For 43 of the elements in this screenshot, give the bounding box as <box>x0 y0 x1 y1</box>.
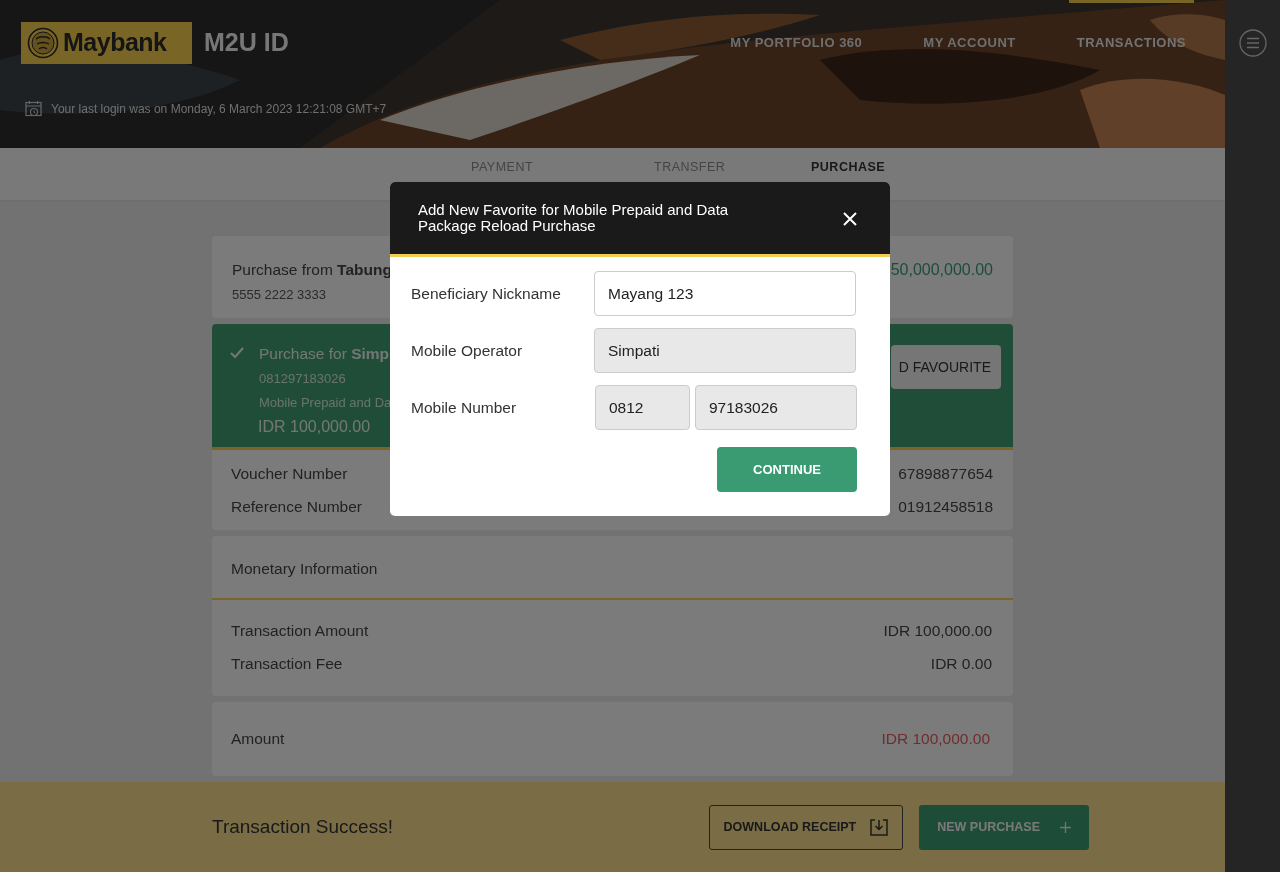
close-icon <box>842 210 858 227</box>
product-name: Mobile Prepaid and Da <box>259 393 392 412</box>
amount-label: Transaction Amount <box>231 621 369 641</box>
detail-label: Reference Number <box>231 496 362 517</box>
logo[interactable]: Maybank <box>21 22 192 64</box>
detail-value: 01912458518 <box>898 496 993 517</box>
section-title: Monetary Information <box>212 535 1013 600</box>
calendar-clock-icon <box>25 100 43 118</box>
new-purchase-button[interactable]: NEW PURCHASE <box>919 804 1089 850</box>
total-amount: IDR 100,000.00 <box>881 728 990 749</box>
add-favourite-button[interactable]: D FAVOURITE <box>890 345 1001 389</box>
success-message: Transaction Success! <box>212 814 393 839</box>
nav-link[interactable]: TRANSACTIONS <box>1072 22 1190 64</box>
balance-amount: 50,000,000.00 <box>890 260 993 280</box>
purchase-amount: IDR 100,000.00 <box>258 417 372 438</box>
nav-link[interactable]: MY PORTFOLIO 360 <box>726 22 867 64</box>
dialog-title: Add New Favorite for Mobile Prepaid and Data Package Reload Purchase <box>418 201 730 235</box>
plus-icon <box>1060 821 1071 833</box>
input-field[interactable]: Mayang 123 <box>594 271 856 316</box>
check-icon <box>230 347 244 359</box>
logo-wordmark: Maybank <box>63 27 167 59</box>
field-label: Mobile Number <box>411 397 518 418</box>
total-label: Amount <box>231 728 285 749</box>
detail-value: 67898877654 <box>898 464 993 485</box>
download-icon <box>870 818 889 836</box>
download-receipt-button[interactable]: DOWNLOAD RECEIPT <box>708 804 904 850</box>
last-login-text: Your last login was on Monday, 6 March 2023 12:21:08 GMT+7 <box>51 101 387 118</box>
account-number: 5555 2222 3333 <box>232 286 327 305</box>
field-label: Mobile Operator <box>411 340 524 361</box>
amount-value: IDR 0.00 <box>930 654 992 675</box>
amount-label: Transaction Fee <box>231 654 343 675</box>
amount-value: IDR 100,000.00 <box>883 621 992 641</box>
app-title: M2U ID <box>204 27 289 59</box>
tiger-emblem-icon <box>27 27 59 59</box>
tab[interactable]: PURCHASE <box>811 148 886 177</box>
purchase-title: Purchase for Simp <box>259 344 391 364</box>
mobile-number: 081297183026 <box>259 370 347 389</box>
continue-button[interactable]: CONTINUE <box>717 447 857 492</box>
menu-icon[interactable] <box>1238 29 1267 57</box>
field-label: Beneficiary Nickname <box>411 283 562 304</box>
nav-link[interactable]: MY ACCOUNT <box>919 22 1020 64</box>
detail-label: Voucher Number <box>231 464 348 485</box>
source-account-title: Purchase from Tabung <box>232 260 392 280</box>
